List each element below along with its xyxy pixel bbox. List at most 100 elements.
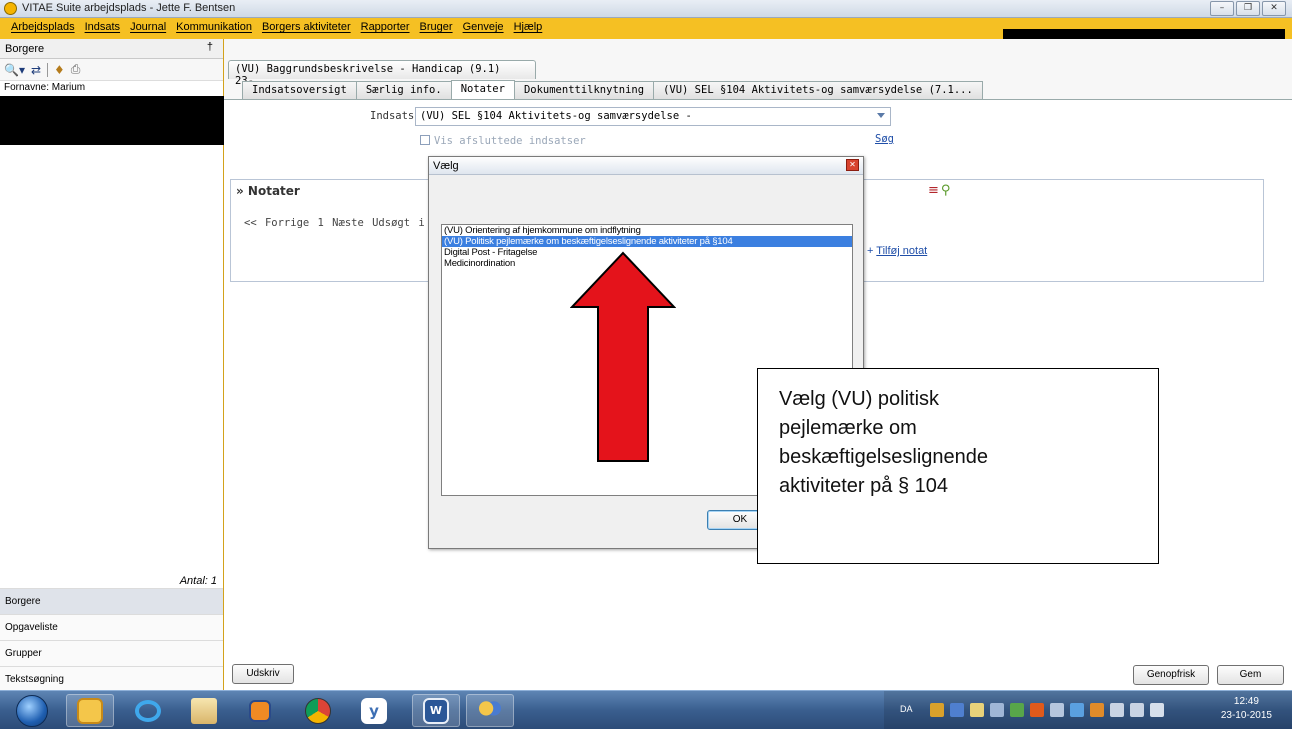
- taskbar-chrome[interactable]: [294, 694, 342, 727]
- redacted-citizen-info: [0, 96, 224, 145]
- tab-notater[interactable]: Notater: [450, 80, 515, 100]
- network-icon[interactable]: [990, 703, 1004, 717]
- folder-icon: [191, 697, 217, 724]
- notater-title[interactable]: » Notater: [236, 184, 300, 198]
- callout-line: aktiviteter på § 104: [779, 475, 948, 497]
- menu-kommunikation[interactable]: Kommunikation: [171, 21, 257, 33]
- menu-journal[interactable]: Journal: [125, 21, 171, 33]
- clock-date: 23-10-2015: [1220, 710, 1272, 721]
- tab-indsatsoversigt[interactable]: Indsatsoversigt: [242, 81, 357, 100]
- menu-borgers-aktiviteter[interactable]: Borgers aktiviteter: [257, 21, 356, 33]
- person-icon[interactable]: ♦: [54, 63, 65, 77]
- menu-hjaelp[interactable]: Hjælp: [509, 21, 548, 33]
- indsats-label: Indsats: [370, 110, 415, 122]
- taskbar-vitae[interactable]: [466, 694, 514, 727]
- taskbar-outlook[interactable]: [66, 694, 114, 727]
- tab-sel-104[interactable]: (VU) SEL §104 Aktivitets-og samværsydels…: [653, 81, 983, 100]
- sog-link[interactable]: Søg: [875, 133, 894, 145]
- indsats-select-value: (VU) SEL §104 Aktivitets-og samværsydels…: [420, 110, 692, 122]
- citizen-panel: Borgere † 🔍▾ ⇄ ♦ ⎙ Fornavne: Marium Anta…: [0, 39, 224, 692]
- callout-line: Vælg (VU) politisk: [779, 388, 940, 410]
- tab-dokumenttilknytning[interactable]: Dokumenttilknytning: [513, 81, 655, 100]
- list-item-selected[interactable]: (VU) Politisk pejlemærke om beskæftigels…: [442, 236, 852, 247]
- printer-icon[interactable]: ⎙: [71, 62, 81, 77]
- maximize-button[interactable]: ❒: [1236, 1, 1260, 16]
- list-icon[interactable]: ≡: [928, 183, 939, 198]
- volume-icon[interactable]: [1150, 703, 1164, 717]
- vitae-app-icon: [4, 2, 17, 15]
- search-icon[interactable]: ⚲: [941, 183, 951, 198]
- tray-icons: [930, 703, 1164, 717]
- sidebar-item-grupper[interactable]: Grupper: [0, 640, 223, 666]
- pin-icon[interactable]: †: [207, 41, 213, 53]
- window-title: VITAE Suite arbejdsplads - Jette F. Bent…: [22, 2, 236, 14]
- sync-icon[interactable]: [1010, 703, 1024, 717]
- window-titlebar: VITAE Suite arbejdsplads - Jette F. Bent…: [0, 0, 1292, 18]
- taskbar-word[interactable]: W: [412, 694, 460, 727]
- menu-genveje[interactable]: Genveje: [458, 21, 509, 33]
- taskbar-yammer[interactable]: y: [350, 694, 398, 727]
- yammer-tray-icon[interactable]: [950, 703, 964, 717]
- taskbar-file-explorer[interactable]: [180, 694, 228, 727]
- menu-bruger[interactable]: Bruger: [415, 21, 458, 33]
- windows-taskbar: y W DA 12:49 23-10-2015: [0, 690, 1292, 729]
- system-tray: DA 12:49 23-10-2015: [884, 691, 1292, 729]
- notes-pager[interactable]: << Forrige 1 Næste Udsøgt i: [244, 217, 425, 229]
- binoculars-icon[interactable]: 🔍▾: [4, 63, 25, 77]
- yammer-icon: y: [361, 697, 387, 724]
- device-icon[interactable]: [1110, 703, 1124, 717]
- vis-afsluttede-label: Vis afsluttede indsatser: [434, 135, 586, 147]
- citizen-count: Antal: 1: [179, 575, 217, 587]
- tab-row: Indsatsoversigt Særlig info. Notater Dok…: [242, 80, 983, 100]
- menu-rapporter[interactable]: Rapporter: [356, 21, 415, 33]
- toolbar-separator: [47, 62, 49, 77]
- sidebar-nav: Borgere Opgaveliste Grupper Tekstsøgning: [0, 588, 223, 692]
- close-window-button[interactable]: ✕: [1262, 1, 1286, 16]
- system-clock[interactable]: 12:49 23-10-2015: [1221, 695, 1272, 723]
- taskbar-media[interactable]: [236, 694, 284, 727]
- language-indicator[interactable]: DA: [900, 704, 913, 714]
- menu-arbejdsplads[interactable]: Arbejdsplads: [6, 21, 80, 33]
- chrome-icon: [305, 697, 331, 724]
- update-icon[interactable]: [1070, 703, 1084, 717]
- dialog-close-icon[interactable]: ✕: [846, 159, 859, 171]
- list-item[interactable]: (VU) Orientering af hjemkommune om indfl…: [442, 225, 852, 236]
- shield-icon[interactable]: [930, 703, 944, 717]
- notater-icons: ≡ ⚲: [928, 183, 950, 198]
- vitae-people-icon: [477, 697, 503, 724]
- callout-line: pejlemærke om: [779, 417, 917, 439]
- display-icon[interactable]: [1130, 703, 1144, 717]
- dialog-titlebar: Vælg ✕: [429, 157, 863, 175]
- alert-icon[interactable]: [1030, 703, 1044, 717]
- vis-afsluttede-checkbox[interactable]: [420, 135, 430, 145]
- refresh-icon[interactable]: ⇄: [31, 63, 41, 77]
- refresh-button[interactable]: Genopfrisk: [1133, 665, 1209, 685]
- citizen-toolbar: 🔍▾ ⇄ ♦ ⎙: [0, 59, 223, 81]
- security-icon[interactable]: [1050, 703, 1064, 717]
- window-controls: – ❒ ✕: [1210, 1, 1286, 16]
- media-icon: [249, 699, 271, 722]
- mail-icon[interactable]: [970, 703, 984, 717]
- citizen-panel-header: Borgere †: [0, 39, 223, 59]
- citizen-panel-title: Borgere: [5, 43, 45, 55]
- start-button[interactable]: [8, 694, 56, 727]
- save-button[interactable]: Gem: [1217, 665, 1284, 685]
- menu-indsats[interactable]: Indsats: [80, 21, 125, 33]
- sidebar-item-tekstsogning[interactable]: Tekstsøgning: [0, 666, 223, 692]
- taskbar-internet-explorer[interactable]: [124, 694, 172, 727]
- sidebar-item-opgaveliste[interactable]: Opgaveliste: [0, 614, 223, 640]
- add-note-link[interactable]: + Tilføj notat: [867, 245, 927, 257]
- settings-icon[interactable]: [1090, 703, 1104, 717]
- sidebar-item-borgere[interactable]: Borgere: [0, 588, 223, 614]
- indsats-select[interactable]: (VU) SEL §104 Aktivitets-og samværsydels…: [415, 107, 891, 126]
- print-button[interactable]: Udskriv: [232, 664, 294, 684]
- outlook-icon: [77, 697, 103, 724]
- citizen-firstname: Fornavne: Marium: [4, 82, 86, 93]
- dialog-title: Vælg: [433, 160, 459, 172]
- dropdown-arrow-icon: [877, 113, 885, 118]
- red-arrow-annotation: [570, 251, 676, 462]
- minimize-button[interactable]: –: [1210, 1, 1234, 16]
- tab-saerlig-info[interactable]: Særlig info.: [355, 81, 452, 100]
- internet-explorer-icon: [135, 699, 161, 722]
- tab-baggrundsbeskrivelse[interactable]: (VU) Baggrundsbeskrivelse - Handicap (9.…: [228, 60, 536, 87]
